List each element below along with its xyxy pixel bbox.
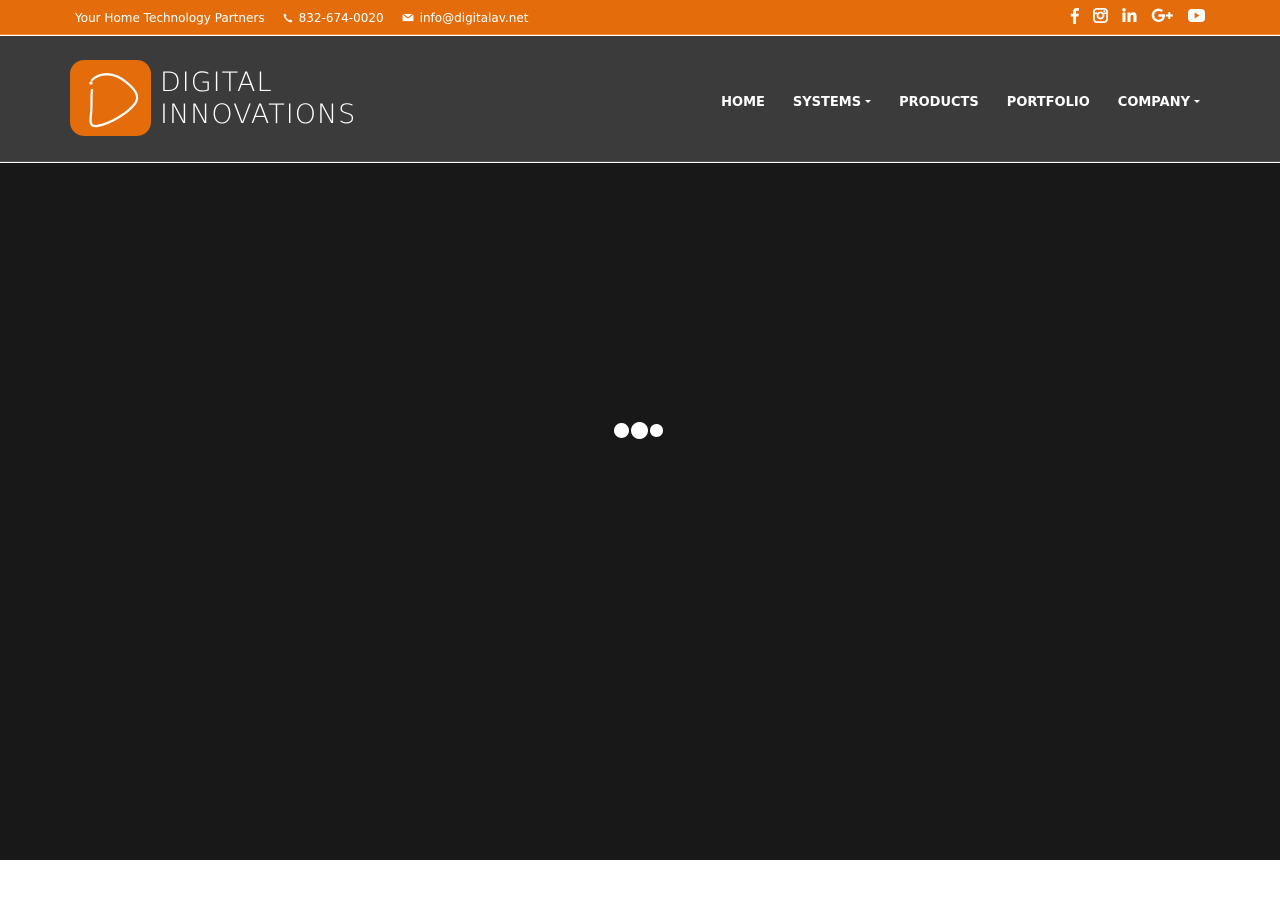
nav-item-label: PRODUCTS — [899, 94, 979, 110]
main-nav: HOME SYSTEMS PRODUCTS PORTFOLIO COMPANY — [721, 36, 1200, 172]
tagline-text: Your Home Technology Partners — [75, 10, 265, 25]
page-bottom — [0, 860, 1280, 900]
nav-item-home[interactable]: HOME — [721, 34, 765, 170]
hero-loading-area — [0, 163, 1280, 860]
phone-link[interactable]: 832-674-0020 — [283, 11, 384, 25]
tagline: Your Home Technology Partners — [75, 11, 265, 25]
nav-item-label: HOME — [721, 94, 765, 110]
phone-icon — [283, 13, 293, 22]
nav-item-label: SYSTEMS — [792, 94, 862, 110]
social-links — [1070, 0, 1205, 30]
envelope-icon — [401, 13, 414, 22]
nav-item-products[interactable]: PRODUCTS — [899, 34, 979, 170]
nav-item-label: COMPANY — [1117, 94, 1190, 110]
nav-item-portfolio[interactable]: PORTFOLIO — [1007, 34, 1090, 170]
site-logo[interactable]: DIGITAL INNOVATIONS — [70, 60, 356, 136]
google-plus-icon[interactable] — [1151, 6, 1174, 24]
youtube-icon[interactable] — [1188, 6, 1205, 24]
loading-dot — [614, 423, 629, 438]
email-text: info@digitalav.net — [419, 10, 529, 25]
nav-item-label: PORTFOLIO — [1006, 94, 1090, 110]
nav-item-systems[interactable]: SYSTEMS — [792, 34, 872, 170]
loading-dot — [650, 424, 663, 437]
phone-text: 832-674-0020 — [298, 10, 384, 25]
site-header: DIGITAL INNOVATIONS HOME SYSTEMS PRODUCT… — [0, 36, 1280, 162]
logo-line-2: INNOVATIONS — [160, 99, 357, 130]
loading-dots-icon — [614, 422, 663, 439]
logo-line-1: DIGITAL — [160, 67, 273, 98]
caret-down-icon — [1194, 99, 1200, 103]
loading-dot — [631, 422, 648, 439]
logo-wordmark: DIGITAL INNOVATIONS — [160, 67, 356, 131]
top-bar: Your Home Technology Partners 832-674-00… — [0, 0, 1280, 35]
instagram-icon[interactable] — [1093, 6, 1108, 24]
email-link[interactable]: info@digitalav.net — [401, 10, 529, 25]
logo-mark-icon — [70, 60, 151, 136]
nav-item-company[interactable]: COMPANY — [1118, 34, 1200, 170]
facebook-icon[interactable] — [1070, 6, 1079, 24]
linkedin-icon[interactable] — [1122, 6, 1137, 24]
contact-info: Your Home Technology Partners 832-674-00… — [75, 0, 528, 35]
caret-down-icon — [865, 99, 872, 103]
